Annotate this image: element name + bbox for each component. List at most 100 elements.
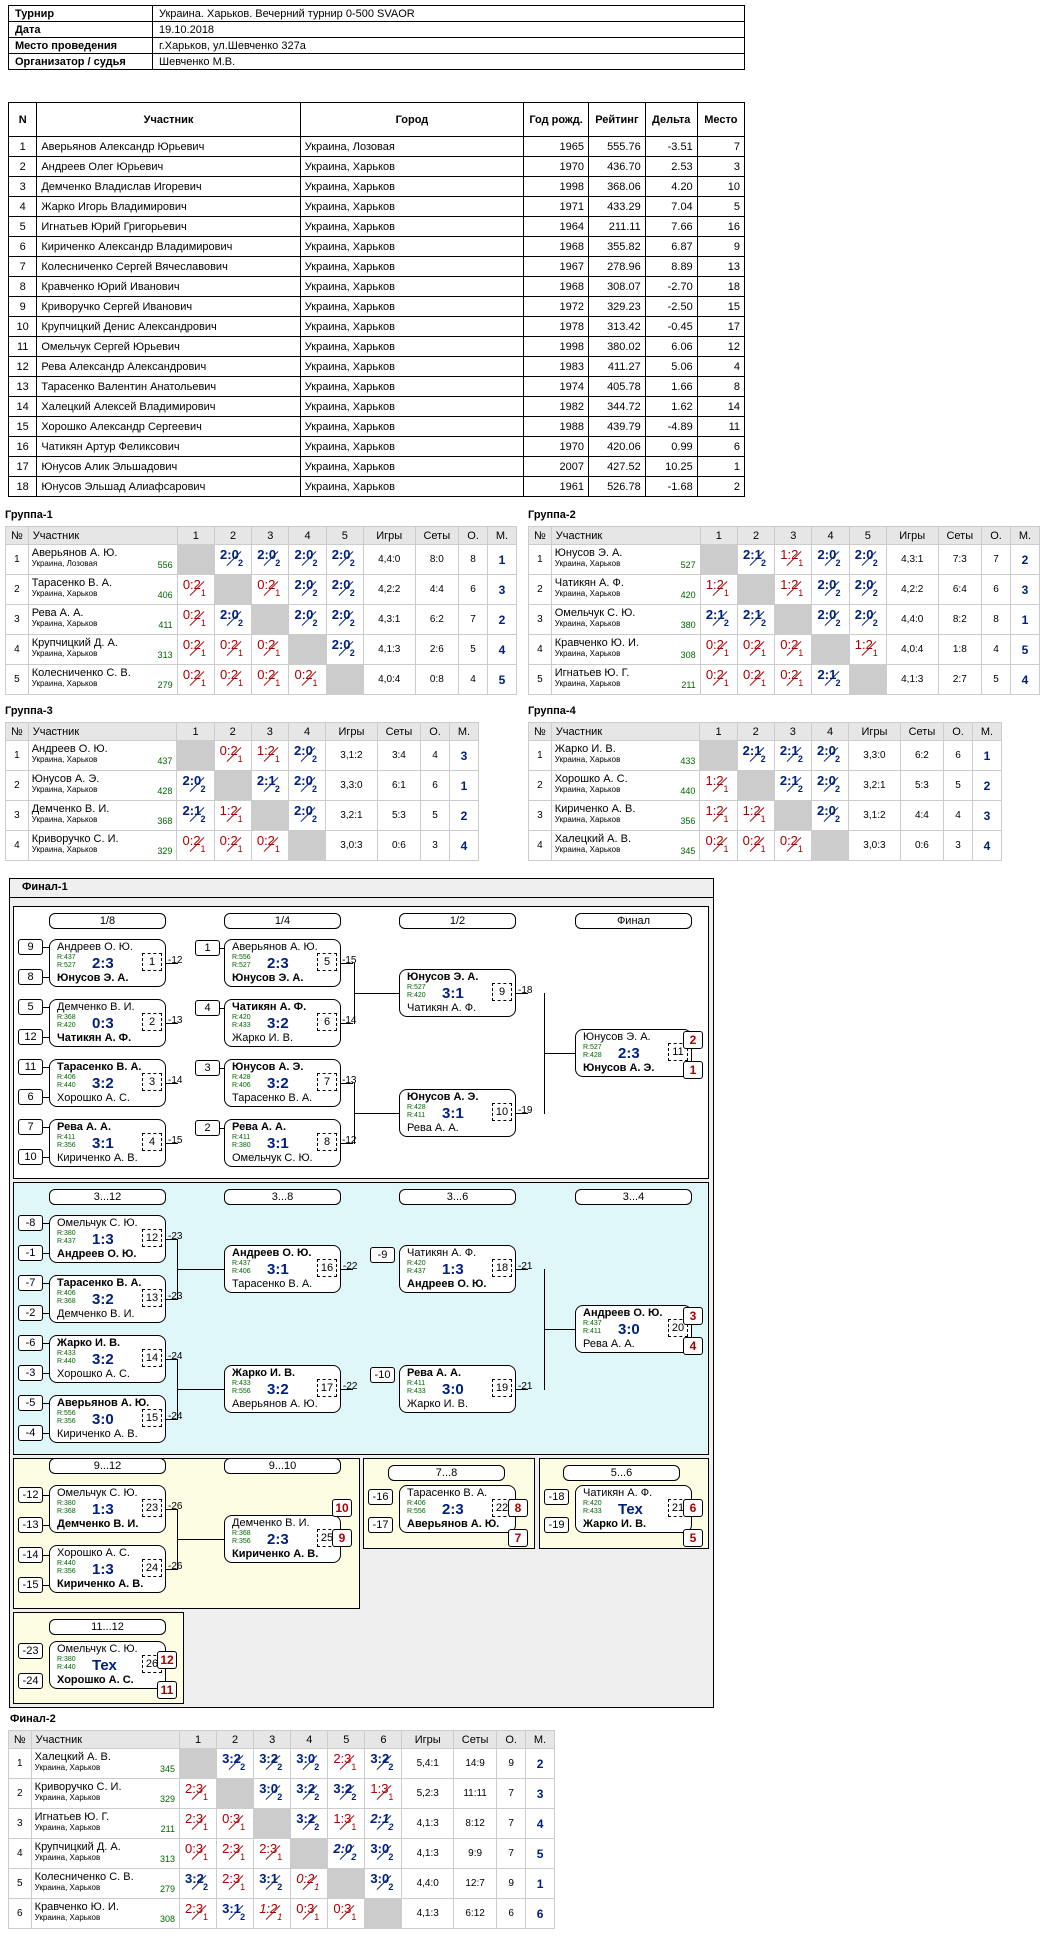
participant-rating: 279 [157,680,173,690]
score-sets: 0:2 [705,667,724,682]
link-label: -24 [168,1411,183,1422]
participant-name: Криворучко С. И. [34,1781,122,1793]
player-2-name: Демченко В. И. [57,1518,139,1530]
row-number: 1 [5,740,29,771]
participant-city: Украина, Харьков [554,785,621,794]
score: 2:0 2 [292,771,322,797]
score-points: 1 [237,844,243,854]
participant-city: Украина, Харьков [554,559,621,568]
seed-label: -3 [18,1365,43,1381]
link-label: -26 [168,1501,183,1512]
match-number: 5 [317,953,337,971]
table-cell: -3.51 [644,136,698,157]
score-cell: 2:0 2 [251,544,290,575]
sets-cell: 12:7 [452,1868,498,1899]
table-row: 3 Игнатьев Ю. Г. Украина, Харьков 211 2:3 1 0:… [8,1808,555,1839]
self-cell [774,604,813,635]
table-cell: 1.62 [644,396,698,417]
score-points: 1 [237,814,243,824]
player-2-name: Жарко И. В. [407,1398,469,1410]
round-label-1-4: 1/4 [224,913,341,929]
row-number: 5 [528,664,552,695]
score: 2:1 2 [778,741,808,767]
seed-label: -17 [368,1517,393,1533]
score-points: 2 [349,588,355,598]
match-result: 3:0 [618,1321,640,1338]
group-4-title: Группа-4 [528,705,576,717]
match-result: 3:1 [92,1135,114,1152]
score: 2:0 2 [293,605,323,631]
player-2-name: Тарасенко В. А. [232,1278,313,1290]
score-points: 1 [200,844,206,854]
row-number: 4 [8,1838,32,1869]
table-cell: 1968 [523,236,590,257]
match-result: 2:3 [618,1045,640,1062]
sets-cell: 1:8 [937,634,983,665]
player-2-rating: R:556 [232,1388,251,1395]
table-cell: 278.96 [588,256,646,277]
score-cell: 0:2 1 [773,830,812,861]
score: 2:1 2 [741,545,771,571]
score: 2:0 2 [181,771,211,797]
row-number: 2 [528,770,552,801]
match-result: 3:1 [267,1135,289,1152]
table-cell: 14 [7,396,38,417]
match-24: Хорошко А. С. R:440 R:356 1:3 24 Кириченко А.… [49,1545,166,1593]
score-cell: 2:1 2 [736,740,775,771]
score-points: 2 [312,784,318,794]
row-number: 3 [528,800,552,831]
player-1-name: Чатикян А. Ф. [232,1001,307,1013]
table-cell: 329.23 [588,296,646,317]
player-1-name: Омельчук С. Ю. [57,1217,138,1229]
table-cell: 3 [696,156,746,177]
score-points: 2 [203,1882,209,1892]
table-row: 4 Жарко Игорь Владимирович Украина, Харько… [7,196,746,217]
match-number: 2 [142,1013,162,1031]
score: 3:0 2 [294,1749,324,1775]
participants-table: N Участник Город Год рожд. Рейтинг Дельта Мест… [7,102,746,497]
table-cell: 211.11 [588,216,646,237]
score-cell: 3:0 2 [364,1838,403,1869]
score: 3:2 2 [294,1809,324,1835]
table-row: 11 Омельчук Сергей Юрьевич Украина, Харько… [7,336,746,357]
table-cell: Кравченко Юрий Иванович [36,276,301,297]
column-header: N [7,102,38,137]
participant-rating: 211 [160,1824,175,1834]
score: 1:2 1 [778,545,808,571]
table-cell: 5 [696,196,746,217]
table-row: 3 Демченко Владислав Игоревич Украина, Хар… [7,176,746,197]
seed-label: -6 [18,1335,43,1351]
player-1-rating: R:380 [57,1656,76,1663]
player-2-name: Аверьянов А. Ю. [232,1398,318,1410]
table-row: 6 Кравченко Ю. И. Украина, Харьков 308 2:3 1 3… [8,1898,555,1929]
table-row: 13 Тарасенко Валентин Анатольевич Украина,… [7,376,746,397]
score-points: 1 [275,648,281,658]
player-1-name: Омельчук С. Ю. [57,1643,138,1655]
participant-city: Украина, Харьков [31,649,98,658]
match-number: 12 [142,1229,162,1247]
participant-name: Кравченко Ю. И. [554,637,639,649]
score-cell: 0:2 1 [736,634,776,665]
table-cell: 439.79 [588,416,646,437]
player-2-name: Жарко И. В. [232,1032,294,1044]
points-cell: 6 [420,770,451,801]
score: 0:2 1 [778,665,808,691]
table-cell: -0.45 [644,316,698,337]
table-cell: 355.82 [588,236,646,257]
link-label: -13 [168,1015,183,1026]
score-points: 2 [277,1792,283,1802]
connector-line [43,1127,49,1128]
score-points: 2 [349,618,355,628]
table-cell: 420.06 [588,436,646,457]
player-2-name: Кириченко А. В. [57,1428,138,1440]
participant-rating: 345 [159,1764,175,1774]
points-cell: 4 [458,664,488,695]
table-cell: -2.70 [644,276,698,297]
points-cell: 5 [420,800,451,831]
sets-cell: 6:12 [452,1898,498,1929]
player-2-rating: R:356 [57,1142,76,1149]
player-1-name: Юнусов Э. А. [407,971,479,983]
column-header: М. [1009,526,1041,545]
score-points: 2 [388,1852,394,1862]
participant-name: Кириченко А. В. [554,803,636,815]
